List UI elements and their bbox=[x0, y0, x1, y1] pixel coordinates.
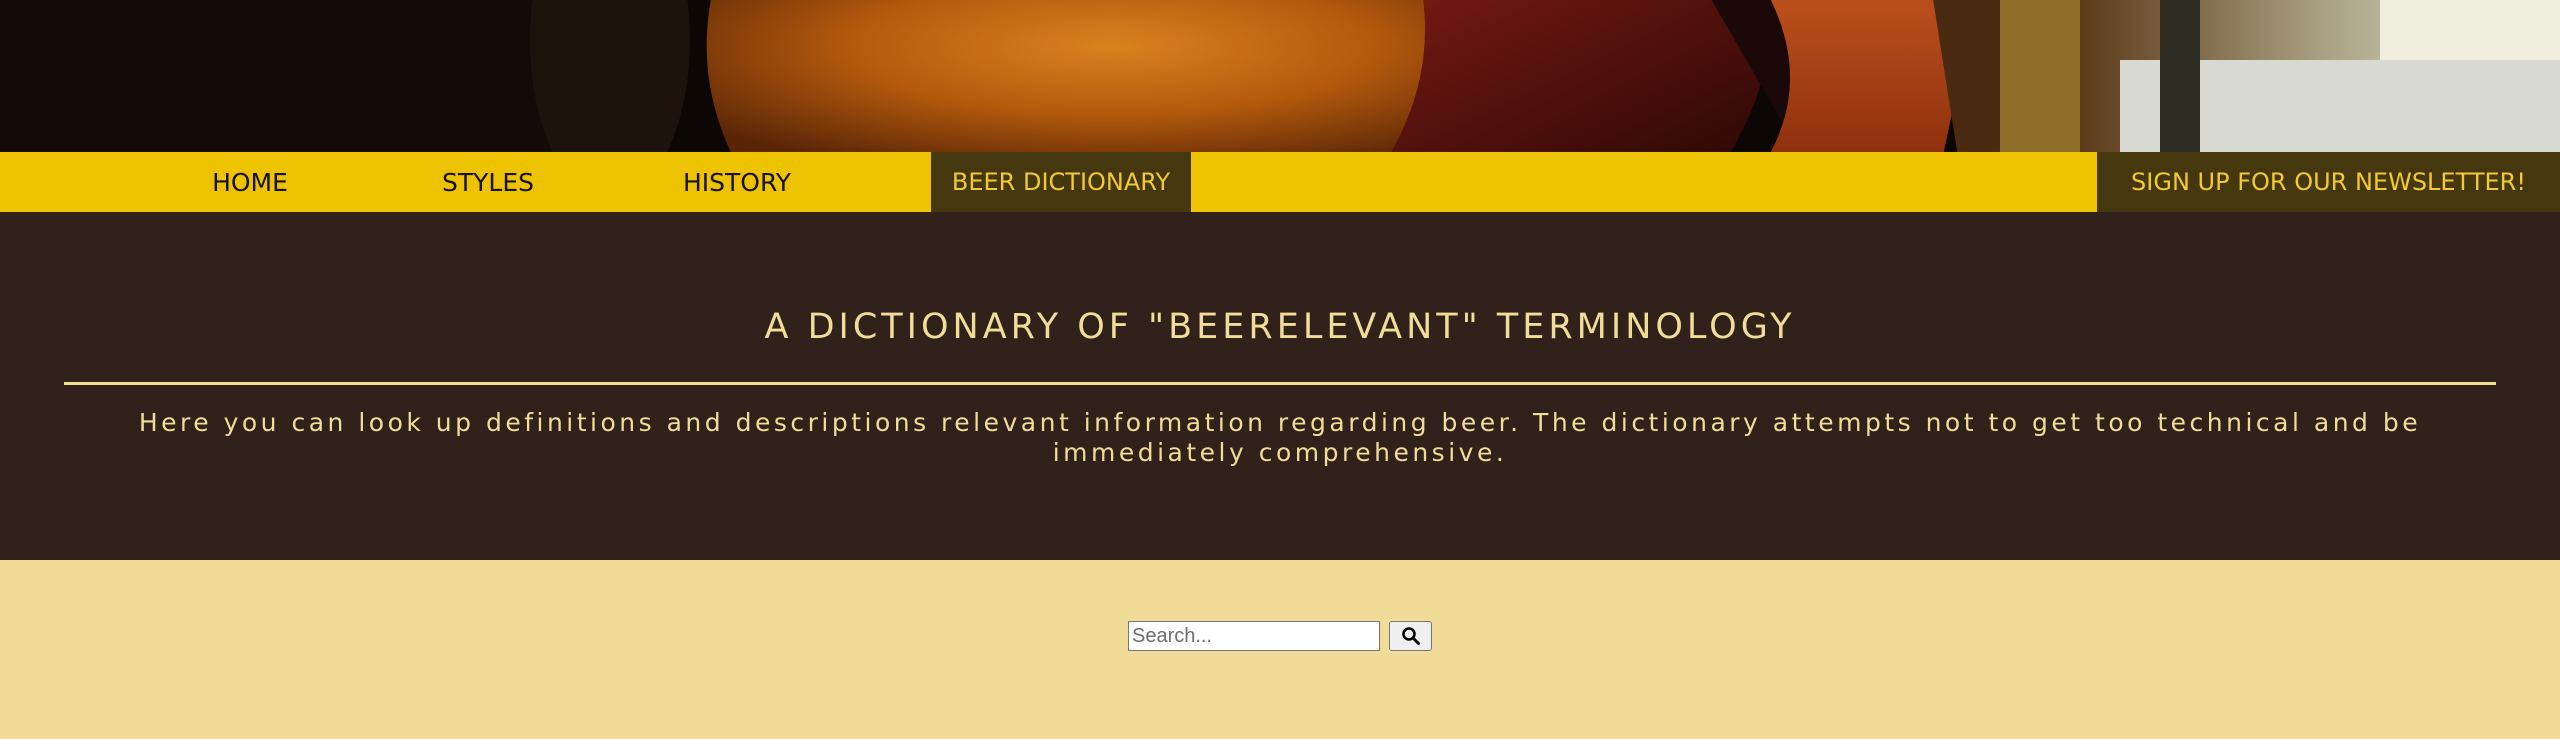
dictionary-intro: A DICTIONARY OF "BEERELEVANT" TERMINOLOG… bbox=[0, 212, 2560, 560]
nav-item-history[interactable]: HISTORY bbox=[647, 152, 827, 212]
search-button[interactable] bbox=[1389, 621, 1432, 651]
page-title: A DICTIONARY OF "BEERELEVANT" TERMINOLOG… bbox=[764, 307, 1796, 347]
hero-banner bbox=[0, 0, 2560, 152]
nav-item-home[interactable]: HOME bbox=[160, 152, 340, 212]
nav-item-beer-dictionary[interactable]: BEER DICTIONARY bbox=[931, 152, 1191, 212]
title-divider bbox=[64, 382, 2496, 385]
search-icon bbox=[1401, 627, 1420, 645]
intro-description: Here you can look up definitions and des… bbox=[138, 408, 2422, 467]
search-section bbox=[0, 560, 2560, 739]
beer-glasses-image bbox=[0, 0, 2560, 152]
newsletter-signup-button[interactable]: SIGN UP FOR OUR NEWSLETTER! bbox=[2097, 152, 2560, 212]
main-navigation: HOME STYLES HISTORY BEER DICTIONARY SIGN… bbox=[0, 152, 2560, 212]
nav-item-styles[interactable]: STYLES bbox=[398, 152, 578, 212]
search-input[interactable] bbox=[1128, 621, 1380, 651]
